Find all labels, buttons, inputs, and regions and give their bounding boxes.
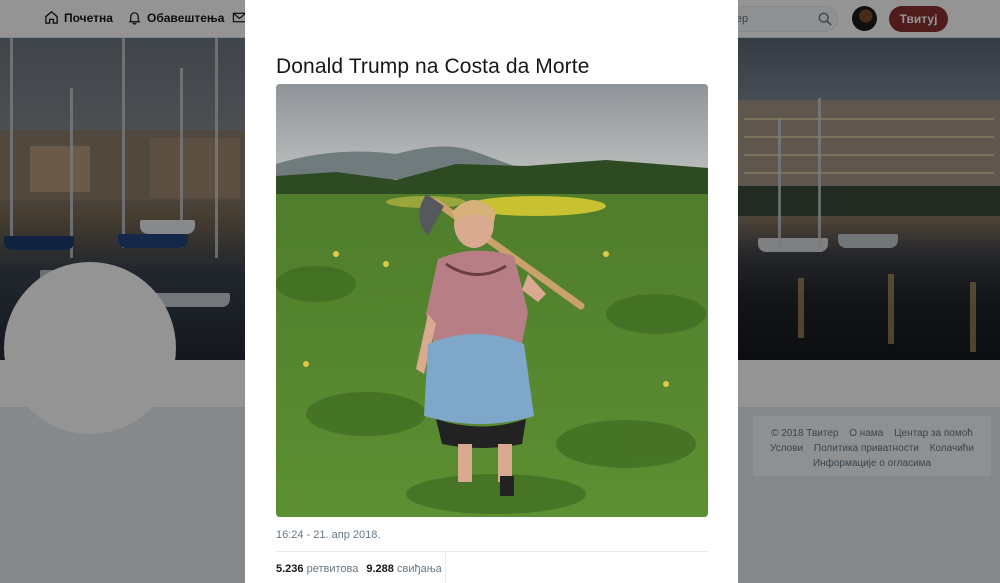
retweets-label: ретвитова: [306, 563, 359, 575]
tweet-text: Donald Trump na Costa da Morte: [276, 55, 590, 78]
tweet-photo[interactable]: [276, 84, 708, 517]
tweet-modal: Donald Trump na Costa da Morte 16:24 - 2…: [245, 0, 738, 583]
stats-separator: [445, 552, 446, 583]
stats-divider: [276, 551, 708, 552]
tweet-stats: 5.236 ретвитова 9.288 свиђања: [276, 563, 442, 575]
retweets-count: 5.236: [276, 563, 304, 575]
likes-count: 9.288: [366, 563, 394, 575]
photo-image: [276, 84, 708, 517]
tweet-timestamp[interactable]: 16:24 - 21. апр 2018.: [276, 529, 380, 541]
retweets-stat[interactable]: 5.236 ретвитова: [276, 563, 358, 575]
likes-stat[interactable]: 9.288 свиђања: [366, 563, 441, 575]
likes-label: свиђања: [396, 563, 442, 575]
